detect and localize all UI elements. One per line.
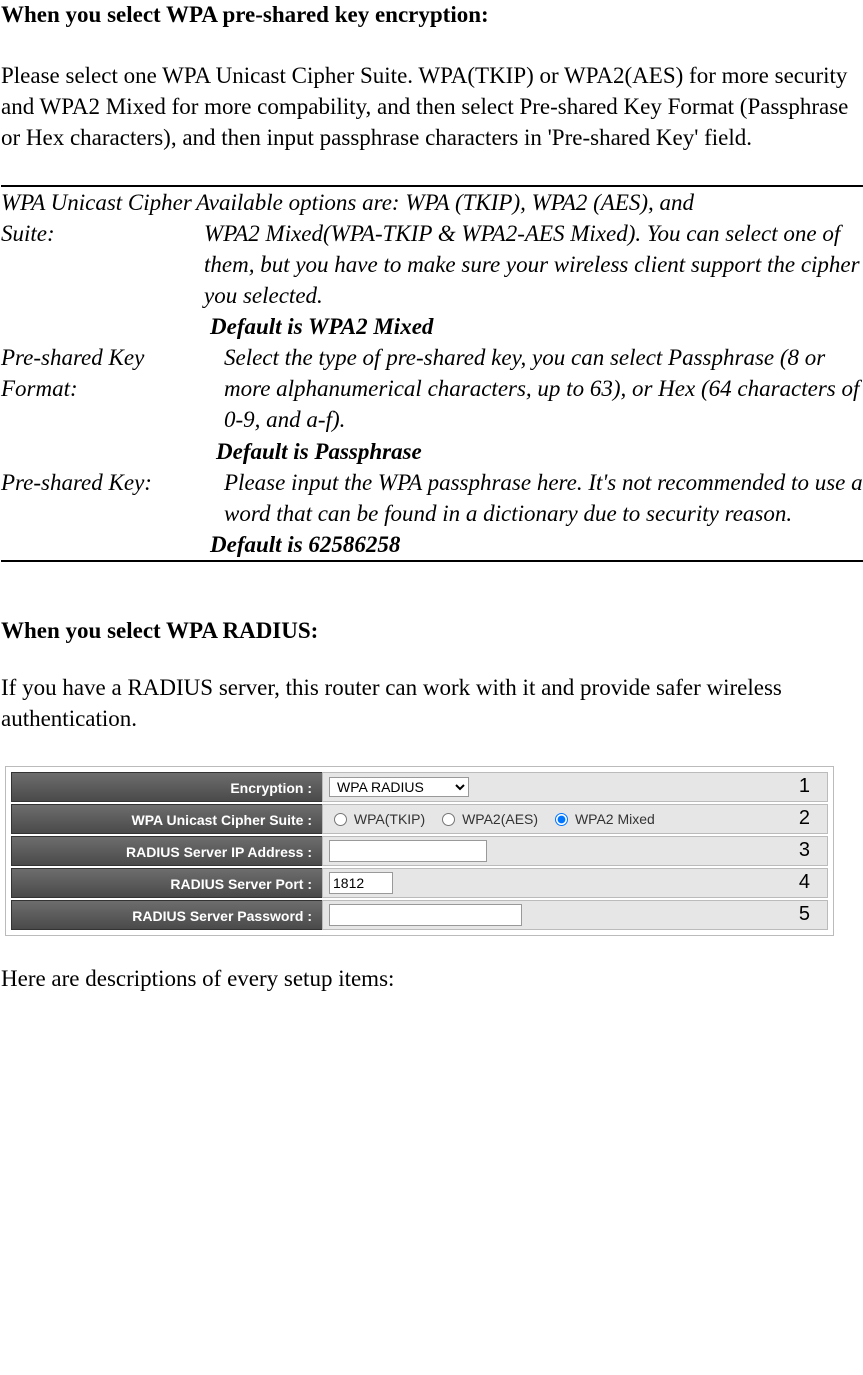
- closing-text: Here are descriptions of every setup ite…: [1, 966, 863, 992]
- panel-label-encryption: Encryption :: [11, 772, 322, 802]
- radio-tkip-label: WPA(TKIP): [354, 811, 425, 827]
- param-desc-cipher-rest: WPA2 Mixed(WPA-TKIP & WPA2-AES Mixed). Y…: [196, 218, 863, 311]
- param-desc-cipher: Available options are: WPA (TKIP), WPA2 …: [196, 187, 863, 342]
- param-desc-format-text: Select the type of pre-shared key, you c…: [196, 342, 863, 435]
- radius-settings-panel: Encryption : WPA RADIUS 1 WPA Unicast Ci…: [5, 766, 834, 936]
- radio-option-mixed[interactable]: WPA2 Mixed: [550, 810, 655, 827]
- panel-label-radius-ip: RADIUS Server IP Address :: [11, 836, 322, 866]
- panel-body-radius-ip: [322, 836, 828, 866]
- wpa-psk-param-table: WPA Unicast Cipher Suite: Available opti…: [1, 185, 863, 562]
- panel-body-radius-pw: [322, 900, 828, 930]
- radio-mixed-label: WPA2 Mixed: [575, 811, 655, 827]
- radio-aes[interactable]: [442, 813, 455, 826]
- panel-row-cipher: WPA Unicast Cipher Suite : WPA(TKIP) WPA…: [11, 804, 828, 834]
- panel-row-radius-port: RADIUS Server Port : 4: [11, 868, 828, 898]
- radius-password-input[interactable]: [329, 904, 522, 926]
- param-label-key: Pre-shared Key:: [1, 467, 196, 498]
- panel-label-radius-port: RADIUS Server Port :: [11, 868, 322, 898]
- param-default-key: Default is 62586258: [210, 529, 863, 560]
- radio-mixed[interactable]: [555, 813, 568, 826]
- panel-label-cipher: WPA Unicast Cipher Suite :: [11, 804, 322, 834]
- radio-tkip[interactable]: [334, 813, 347, 826]
- panel-row-radius-pw: RADIUS Server Password : 5: [11, 900, 828, 930]
- param-default-format: Default is Passphrase: [216, 436, 863, 467]
- row-num-2: 2: [799, 807, 810, 830]
- panel-row-radius-ip: RADIUS Server IP Address : 3: [11, 836, 828, 866]
- wpa-radius-heading: When you select WPA RADIUS:: [1, 618, 863, 644]
- radio-aes-label: WPA2(AES): [462, 811, 538, 827]
- wpa-radius-intro: If you have a RADIUS server, this router…: [1, 672, 863, 734]
- param-default-cipher: Default is WPA2 Mixed: [210, 311, 863, 342]
- param-label-format: Pre-shared Key Format:: [1, 342, 196, 404]
- encryption-select[interactable]: WPA RADIUS: [329, 777, 469, 797]
- panel-row-encryption: Encryption : WPA RADIUS 1: [11, 772, 828, 802]
- radius-port-input[interactable]: [329, 872, 393, 894]
- panel-body-encryption: WPA RADIUS: [322, 772, 828, 802]
- panel-label-radius-pw: RADIUS Server Password :: [11, 900, 322, 930]
- panel-body-radius-port: [322, 868, 828, 898]
- row-num-3: 3: [799, 839, 810, 862]
- param-desc-key-text: Please input the WPA passphrase here. It…: [196, 467, 863, 529]
- param-row-key: Pre-shared Key: Please input the WPA pas…: [1, 467, 863, 560]
- radius-ip-input[interactable]: [329, 840, 487, 862]
- radio-option-aes[interactable]: WPA2(AES): [437, 810, 538, 827]
- param-row-cipher: WPA Unicast Cipher Suite: Available opti…: [1, 187, 863, 342]
- param-desc-key: Please input the WPA passphrase here. It…: [196, 467, 863, 560]
- param-label-cipher: WPA Unicast Cipher Suite:: [1, 187, 196, 249]
- param-desc-format: Select the type of pre-shared key, you c…: [196, 342, 863, 466]
- radio-option-tkip[interactable]: WPA(TKIP): [329, 810, 425, 827]
- param-row-format: Pre-shared Key Format: Select the type o…: [1, 342, 863, 466]
- param-desc-cipher-line1: Available options are: WPA (TKIP), WPA2 …: [196, 190, 694, 215]
- wpa-psk-heading: When you select WPA pre-shared key encry…: [1, 2, 863, 28]
- wpa-psk-intro: Please select one WPA Unicast Cipher Sui…: [1, 60, 863, 153]
- row-num-5: 5: [799, 903, 810, 926]
- row-num-4: 4: [799, 871, 810, 894]
- row-num-1: 1: [799, 775, 810, 798]
- panel-body-cipher: WPA(TKIP) WPA2(AES) WPA2 Mixed: [322, 804, 828, 834]
